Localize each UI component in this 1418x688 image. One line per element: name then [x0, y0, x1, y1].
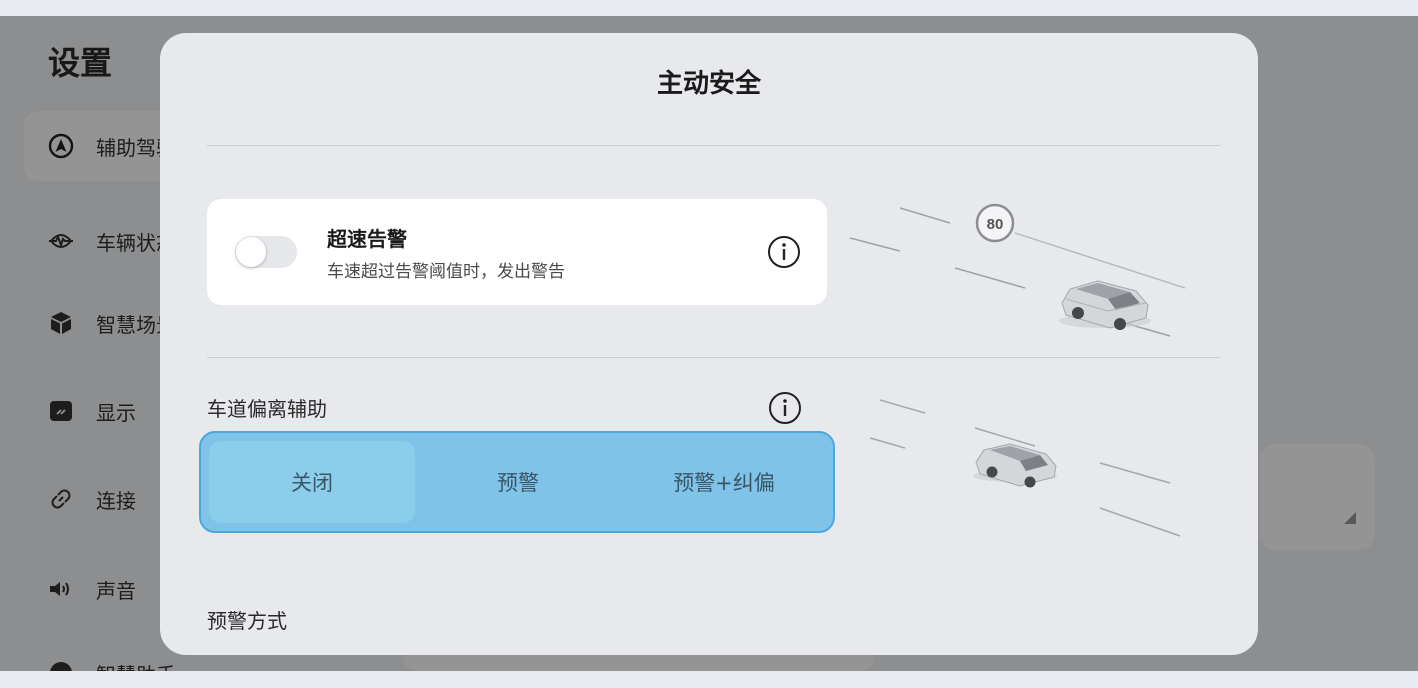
lane-line [954, 267, 1026, 289]
speed-warning-card: 超速告警 车速超过告警阈值时，发出警告 [207, 199, 827, 305]
lane-mode-warning-option[interactable]: 预警 [415, 441, 621, 523]
speed-warning-info-icon[interactable] [767, 235, 801, 269]
lane-line [849, 237, 901, 252]
lane-departure-label: 车道偏离辅助 [207, 397, 327, 421]
lane-line [879, 399, 926, 414]
lane-line [1099, 462, 1171, 484]
speed-limit-value: 80 [987, 216, 1004, 233]
top-status-bar [0, 0, 1418, 16]
speed-warning-description: 车速超过告警阈值时，发出警告 [327, 262, 565, 282]
lane-line [1099, 507, 1181, 537]
dialog-title: 主动安全 [656, 69, 761, 99]
car-icon [973, 443, 1057, 488]
speed-warning-illustration: 80 [849, 203, 1186, 337]
active-safety-dialog: 主动安全 超速告警 车速超过告警阈值时，发出警告 80 车道偏离辅助 关闭 预警… [160, 33, 1258, 655]
lane-line [899, 207, 951, 224]
lane-departure-info-icon[interactable] [768, 391, 802, 425]
warning-method-label: 预警方式 [207, 609, 287, 633]
lane-line [974, 427, 1036, 447]
lane-mode-warning-correction-option[interactable]: 预警+纠偏 [621, 441, 827, 523]
lane-mode-off-option[interactable]: 关闭 [209, 441, 415, 523]
toggle-knob [236, 237, 266, 267]
divider [207, 357, 1220, 358]
speed-warning-toggle[interactable] [235, 236, 297, 268]
lane-line [1014, 232, 1186, 289]
car-icon [1059, 280, 1151, 330]
divider [207, 145, 1220, 146]
speed-limit-sign-icon: 80 [975, 203, 1015, 243]
lane-departure-illustration [869, 399, 1181, 537]
lane-line [869, 437, 906, 449]
lane-departure-mode-selector: 关闭 预警 预警+纠偏 [199, 431, 835, 533]
speed-warning-title: 超速告警 [327, 227, 407, 251]
bottom-bar [0, 671, 1418, 688]
